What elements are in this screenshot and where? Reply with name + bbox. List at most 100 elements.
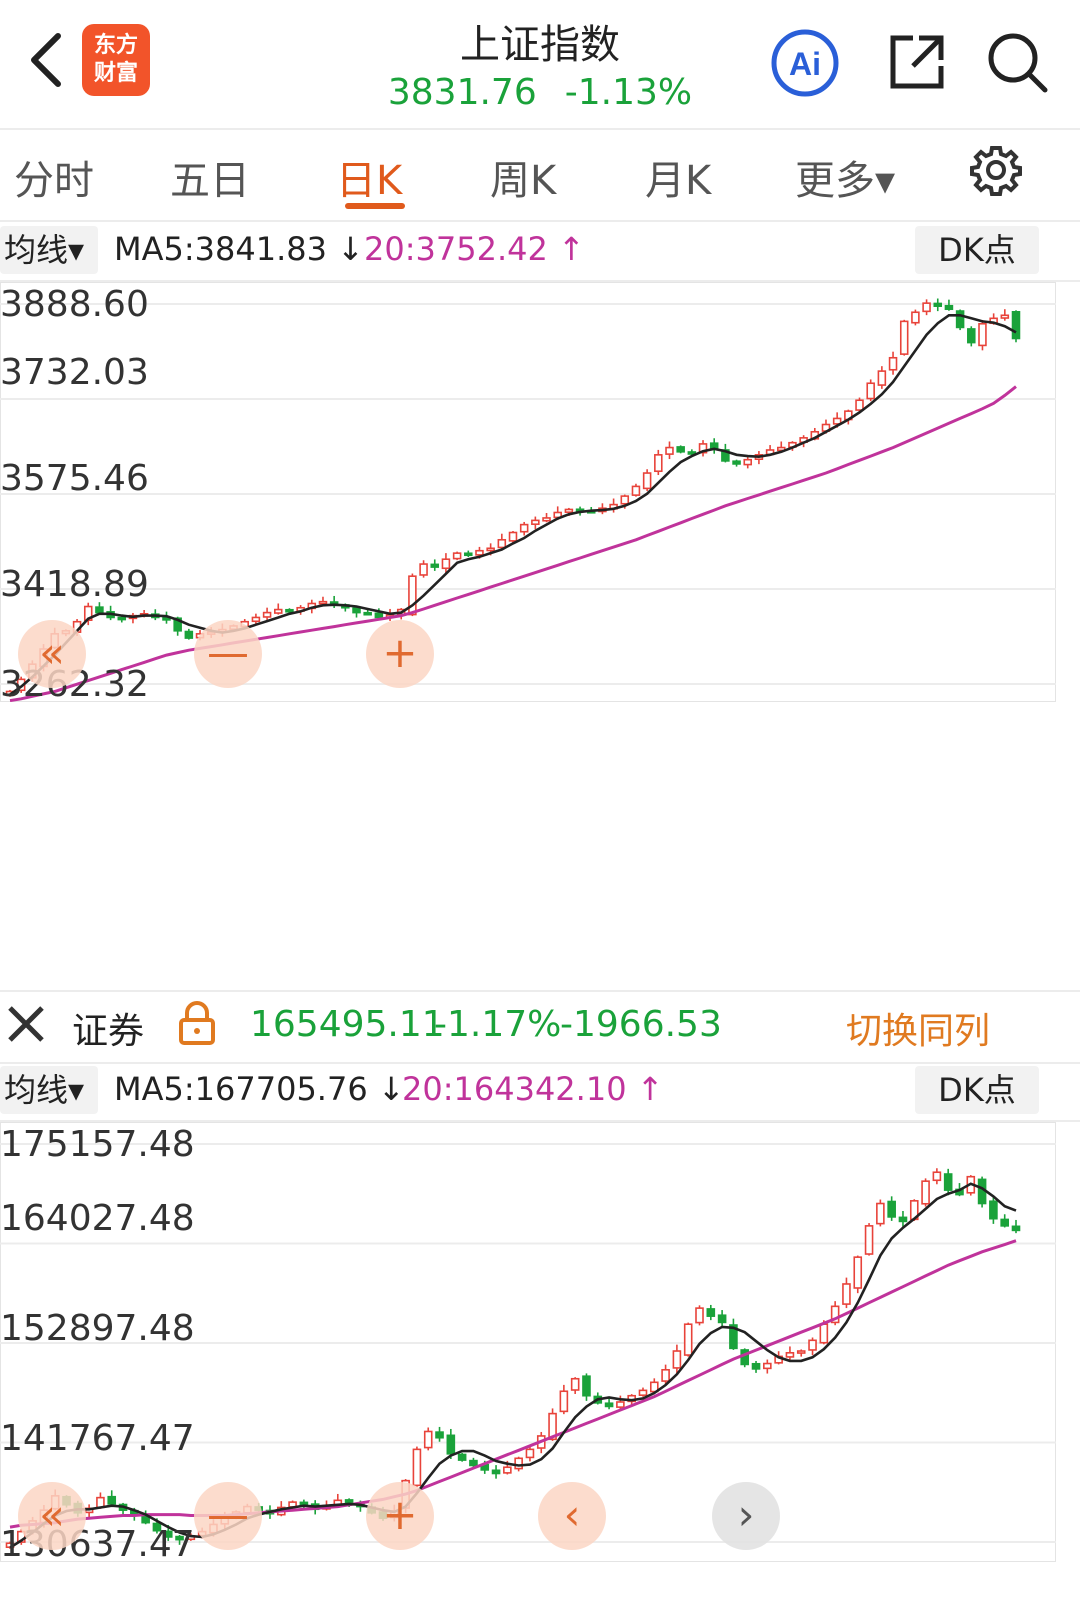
candle-up [508, 531, 518, 542]
candle-down [676, 446, 685, 453]
candle-up [419, 563, 428, 576]
index-zoom-out-button[interactable]: — [194, 620, 262, 688]
candle-down [1011, 311, 1021, 340]
sector-next-button[interactable]: › [712, 1482, 780, 1550]
index-ma20-value: 20:3752.42 ↑ [364, 230, 585, 268]
candle-up [796, 1350, 806, 1354]
ai-icon: Ai [771, 29, 839, 97]
share-icon [890, 35, 944, 89]
share-button[interactable] [885, 30, 949, 94]
chart-frame [0, 282, 1056, 702]
candle-down [430, 563, 440, 568]
index-y-tick-2: 3732.03 [0, 352, 149, 393]
candle-down [955, 310, 965, 329]
candle-up [866, 382, 875, 400]
candle-down [363, 611, 372, 616]
back-button[interactable] [22, 30, 72, 90]
candle-up [531, 519, 540, 525]
candle-up [559, 1390, 569, 1413]
back-arrow-icon [31, 33, 61, 87]
sector-dk-button[interactable]: DK点 [915, 1066, 1039, 1114]
index-y-tick-4: 3418.89 [0, 564, 149, 605]
candle-up [743, 458, 752, 466]
sector-prev-button[interactable]: ‹ [538, 1482, 606, 1550]
candle-up [911, 311, 920, 324]
candle-down [604, 1402, 614, 1408]
tab-intraday[interactable]: 分时 [14, 148, 94, 206]
candle-down [285, 608, 294, 613]
sector-zoom-out-button[interactable]: — [194, 1482, 262, 1550]
ma20-line [9, 1239, 1017, 1529]
search-icon [988, 33, 1048, 93]
candle-down [717, 1314, 727, 1324]
candle-up [503, 1466, 512, 1474]
sector-y-tick-2: 164027.48 [0, 1198, 195, 1239]
index-scroll-left-button[interactable]: « [18, 620, 86, 688]
tab-five-day[interactable]: 五日 [170, 148, 250, 206]
index-quote: 3831.76 -1.13% [330, 72, 750, 113]
candle-up [921, 1180, 930, 1205]
settings-button[interactable] [970, 144, 1022, 196]
index-zoom-in-button[interactable]: + [366, 620, 434, 688]
lock-icon [179, 1001, 215, 1045]
candle-down [107, 1495, 117, 1505]
logo-text-line1: 东方 [93, 33, 138, 58]
candle-up [262, 611, 272, 618]
candle-up [525, 1448, 535, 1459]
candle-up [564, 508, 574, 513]
candle-up [932, 1171, 942, 1182]
page-title: 上证指数 [460, 22, 620, 68]
close-sector-button[interactable] [6, 1004, 46, 1048]
candle-down [582, 1375, 591, 1397]
candle-down [1000, 1218, 1010, 1227]
candle-down [95, 606, 104, 614]
index-change-pct: -1.13% [564, 72, 693, 113]
candle-up [475, 549, 484, 556]
index-dk-button[interactable]: DK点 [915, 226, 1039, 274]
candle-down [944, 304, 954, 311]
sector-zoom-in-button[interactable]: + [366, 1482, 434, 1550]
candle-down [117, 616, 127, 621]
candle-up [683, 1323, 693, 1356]
tab-monthly-k[interactable]: 月K [645, 148, 711, 206]
sector-scroll-left-button[interactable]: « [18, 1482, 86, 1550]
switch-same-column-button[interactable]: 切换同列 [846, 1002, 990, 1054]
candle-up [497, 538, 507, 549]
candle-up [486, 547, 495, 552]
candle-up [855, 399, 864, 411]
candle-up [638, 1389, 648, 1396]
index-ma-select[interactable]: 均线▾ [0, 226, 98, 274]
candle-down [933, 302, 943, 307]
tab-daily-k[interactable]: 日K [336, 148, 402, 206]
candle-down [464, 552, 473, 557]
sector-ma-select[interactable]: 均线▾ [0, 1066, 98, 1114]
index-price: 3831.76 [387, 72, 537, 113]
candle-up [542, 517, 551, 522]
sector-y-tick-4: 141767.47 [0, 1418, 195, 1459]
candle-up [665, 446, 674, 455]
candle-up [808, 1339, 817, 1351]
sector-ma5-value: MA5:167705.76 ↓ [114, 1070, 405, 1108]
index-y-tick-3: 3575.46 [0, 458, 149, 499]
candle-down [457, 1453, 467, 1461]
candle-up [616, 1401, 625, 1408]
candle-up [842, 1283, 851, 1305]
candle-up [318, 600, 328, 605]
sector-y-tick-3: 152897.48 [0, 1308, 195, 1349]
sector-lock-button[interactable] [178, 1000, 216, 1050]
candle-up [876, 1202, 885, 1225]
candle-down [943, 1173, 953, 1191]
candle-up [642, 472, 652, 490]
candle-up [672, 1350, 682, 1369]
tab-more[interactable]: 更多▾ [795, 148, 895, 206]
candle-down [706, 1308, 716, 1317]
candle-up [514, 1457, 523, 1470]
candle-up [888, 356, 898, 371]
tab-weekly-k[interactable]: 周K [490, 148, 556, 206]
candle-up [763, 1362, 772, 1370]
index-kline-chart[interactable] [0, 282, 1056, 702]
candle-up [661, 1368, 670, 1382]
ai-assistant-button[interactable]: Ai [770, 28, 840, 98]
search-button[interactable] [985, 30, 1049, 94]
candle-down [751, 1362, 761, 1370]
